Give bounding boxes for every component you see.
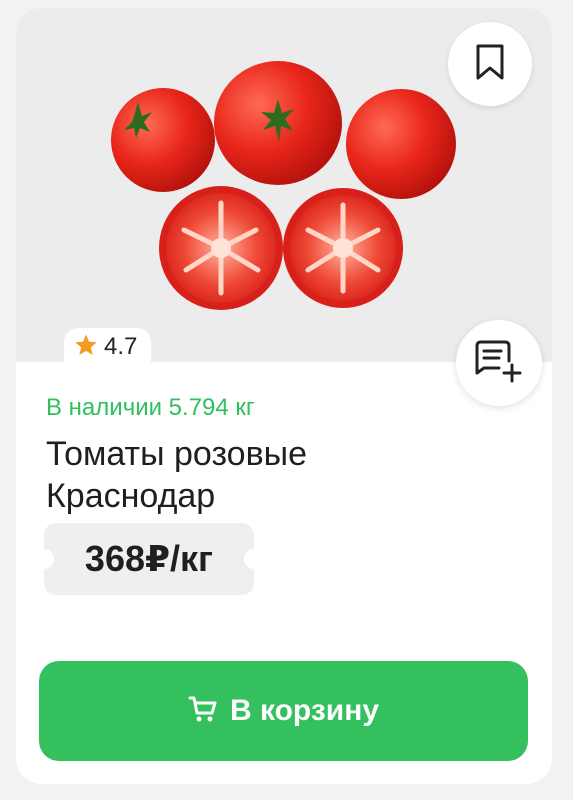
star-icon: [74, 333, 98, 362]
price-tag: 368₽/кг: [34, 523, 264, 595]
rating-badge: 4.7: [64, 328, 152, 366]
stock-status: В наличии 5.794 кг: [46, 394, 255, 421]
add-to-list-button[interactable]: [456, 320, 542, 406]
product-title[interactable]: Томаты розовые Краснодар: [46, 433, 446, 517]
rating-value: 4.7: [104, 333, 138, 360]
bookmark-button[interactable]: [448, 22, 532, 106]
cart-icon: [188, 695, 218, 728]
bookmark-icon: [475, 43, 505, 86]
product-card[interactable]: 4.7 В наличии 5.794 кг Томаты розовые Кр…: [16, 8, 552, 784]
add-to-cart-label: В корзину: [229, 694, 380, 727]
price: 368₽/кг: [84, 538, 214, 579]
add-to-cart-button[interactable]: В корзину: [39, 661, 528, 761]
list-add-icon: [475, 339, 523, 388]
